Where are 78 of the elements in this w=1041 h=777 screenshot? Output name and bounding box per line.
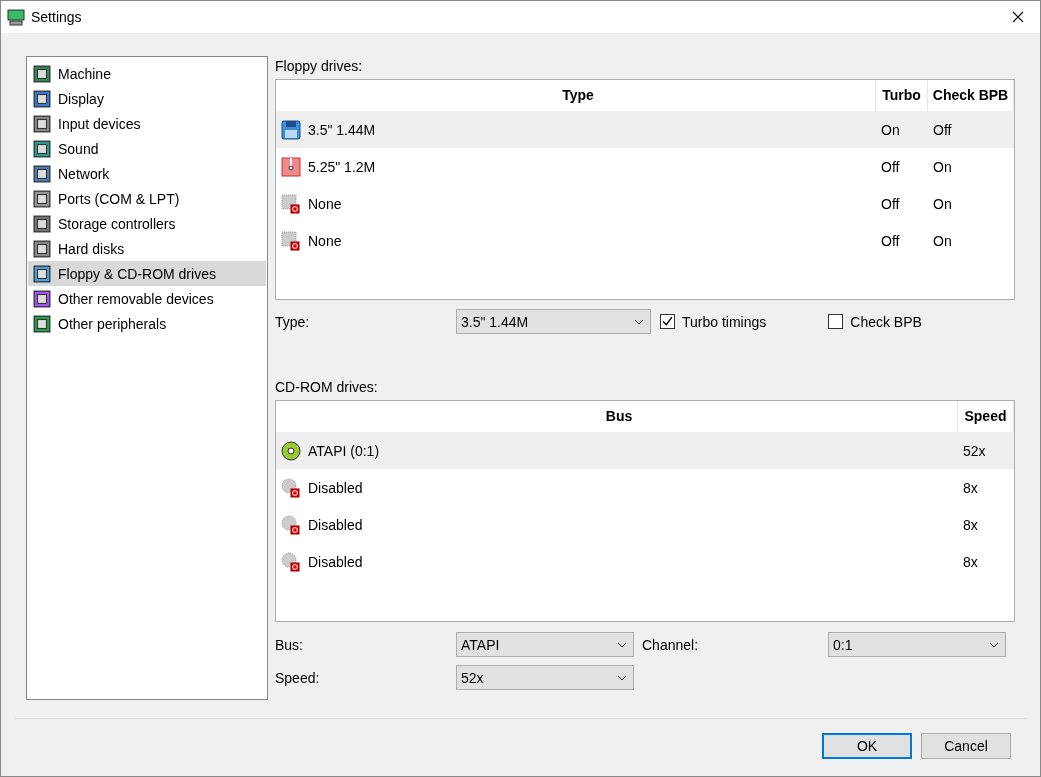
sidebar-item[interactable]: Floppy & CD-ROM drives — [28, 261, 266, 286]
bus-dropdown[interactable]: ATAPI — [456, 632, 634, 657]
table-cell: 3.5" 1.44M — [308, 121, 376, 138]
sidebar-item[interactable]: Storage controllers — [28, 211, 266, 236]
table-row[interactable]: Disabled 8x — [276, 469, 1014, 506]
table-cell-text: On — [880, 121, 901, 138]
table-cell: 5.25" 1.2M — [308, 158, 376, 175]
device-icon — [33, 264, 51, 283]
table-cell-text: Off — [932, 121, 953, 138]
table-cell-text: On — [932, 232, 953, 249]
device-icon — [33, 114, 51, 133]
table-cell: ATAPI (0:1) — [308, 442, 380, 459]
sidebar-item[interactable]: Display — [28, 86, 266, 111]
sidebar-item[interactable]: Other removable devices — [28, 286, 266, 311]
window-title: Settings — [31, 9, 82, 25]
table-cell-text: 52x — [962, 442, 987, 459]
caret-icon — [634, 319, 644, 325]
check-bpb-checkbox[interactable]: Check BPB — [828, 313, 922, 330]
type-dropdown[interactable]: 3.5" 1.44M — [456, 309, 651, 334]
device-icon — [33, 64, 51, 83]
cancel-button[interactable]: Cancel — [921, 732, 1011, 759]
sidebar-item[interactable]: Hard disks — [28, 236, 266, 261]
table-row[interactable]: 5.25" 1.2M Off On — [276, 148, 1014, 185]
disabled-disc-icon — [281, 514, 301, 535]
device-icon — [33, 289, 51, 308]
device-icon — [33, 89, 51, 108]
table-row[interactable]: Disabled 8x — [276, 543, 1014, 580]
app-icon — [7, 8, 25, 26]
table-cell-text: 8x — [962, 479, 979, 496]
device-icon — [33, 139, 51, 158]
disabled-drive-icon — [281, 193, 301, 214]
table-cell-text: 8x — [962, 553, 979, 570]
sidebar-item[interactable]: Sound — [28, 136, 266, 161]
sidebar-item[interactable]: Input devices — [28, 111, 266, 136]
table-cell-text: On — [932, 195, 953, 212]
speed-dropdown[interactable]: 52x — [456, 665, 634, 690]
table-row[interactable]: Disabled 8x — [276, 506, 1014, 543]
field-label: Type: — [275, 313, 311, 330]
table-cell-text: 8x — [962, 516, 979, 533]
table-cell-text: Off — [880, 158, 901, 175]
sidebar-item[interactable]: Ports (COM & LPT) — [28, 186, 266, 211]
sidebar-item[interactable]: Other peripherals — [28, 311, 266, 336]
table-row[interactable]: None Off On — [276, 185, 1014, 222]
sidebar-item[interactable]: Machine — [28, 61, 266, 86]
table-cell: Disabled — [308, 516, 363, 533]
ok-button[interactable]: OK — [822, 732, 912, 759]
table-cell: None — [308, 232, 342, 249]
sidebar-item[interactable]: Network — [28, 161, 266, 186]
disabled-drive-icon — [281, 230, 301, 251]
section-label: Floppy drives: — [275, 57, 364, 76]
table-row[interactable]: ATAPI (0:1) 52x — [276, 432, 1014, 469]
caret-icon — [989, 642, 999, 648]
cd-disc-icon — [281, 440, 301, 461]
disabled-disc-icon — [281, 477, 301, 498]
field-label: Speed: — [275, 669, 321, 686]
table-row[interactable]: 3.5" 1.44M On Off — [276, 111, 1014, 148]
device-icon — [33, 164, 51, 183]
table-cell-text: Off — [880, 232, 901, 249]
table-cell: Disabled — [308, 553, 363, 570]
table-cell-text: Off — [880, 195, 901, 212]
caret-icon — [617, 642, 627, 648]
section-label: CD-ROM drives: — [275, 378, 379, 397]
table-cell-text: On — [932, 158, 953, 175]
checkmark-icon — [661, 315, 674, 328]
table-cell: Disabled — [308, 479, 363, 496]
table-row[interactable]: None Off On — [276, 222, 1014, 259]
turbo-checkbox[interactable]: Turbo timings — [660, 313, 767, 330]
caret-icon — [617, 675, 627, 681]
disabled-disc-icon — [281, 551, 301, 572]
field-label: Channel: — [642, 636, 700, 653]
field-label: Bus: — [275, 636, 304, 653]
device-icon — [33, 314, 51, 333]
device-icon — [33, 214, 51, 233]
close-icon[interactable] — [1012, 11, 1024, 23]
device-icon — [33, 239, 51, 258]
channel-dropdown[interactable]: 0:1 — [828, 632, 1006, 657]
device-icon — [33, 189, 51, 208]
table-cell: None — [308, 195, 342, 212]
